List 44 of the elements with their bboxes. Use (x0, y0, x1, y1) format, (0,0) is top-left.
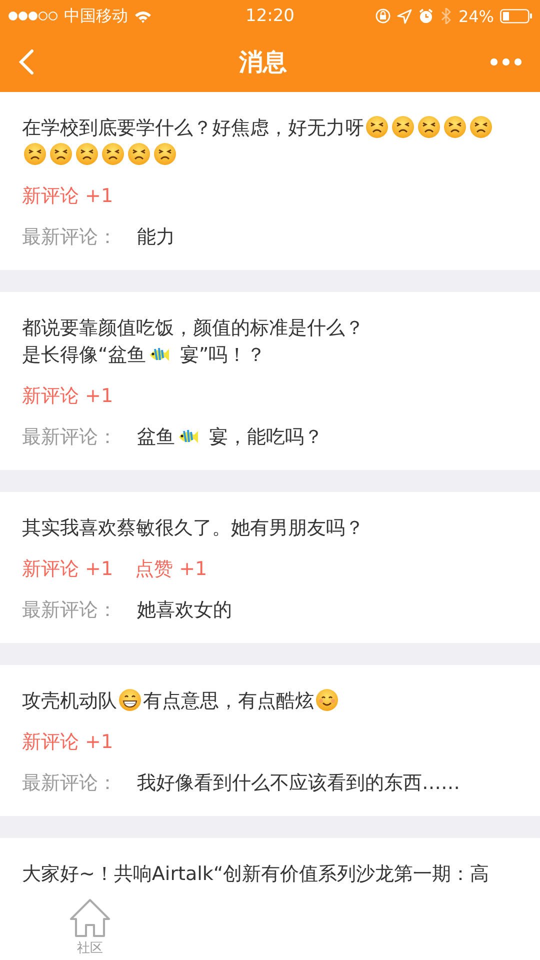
persevering-face-icon (75, 142, 99, 166)
notification-tag: 新评论 +1 (22, 382, 114, 410)
page-title: 消息 (239, 47, 287, 78)
alarm-icon (418, 8, 434, 24)
latest-comment: 我好像看到什么不应该看到的东西…… (137, 771, 460, 796)
persevering-face-icon (469, 115, 493, 139)
latest-comment-label: 最新评论： (22, 225, 117, 250)
latest-comment-label: 最新评论： (22, 598, 117, 623)
location-icon (397, 8, 412, 24)
persevering-face-icon (417, 115, 441, 139)
message-title[interactable]: 其实我喜欢蔡敏很久了。她有男朋友吗？ (22, 515, 518, 542)
battery-icon (500, 8, 532, 24)
notification-tag: 新评论 +1 (22, 728, 114, 756)
notification-tag: 新评论 +1 (22, 182, 114, 210)
signal-icon (8, 10, 58, 22)
persevering-face-icon (101, 142, 125, 166)
wifi-icon (134, 9, 152, 23)
latest-comment-label: 最新评论： (22, 771, 117, 796)
message-title[interactable]: 攻壳机动队 有点意思，有点酷炫 (22, 688, 518, 715)
persevering-face-icon (391, 115, 415, 139)
persevering-face-icon (23, 142, 47, 166)
notification-tag: 点赞 +1 (135, 555, 208, 583)
latest-comment: 她喜欢女的 (137, 598, 232, 623)
persevering-face-icon (127, 142, 151, 166)
carrier-name: 中国移动 (64, 6, 128, 26)
persevering-face-icon (153, 142, 177, 166)
message-title[interactable]: 都说要靠颜值吃饭，颜值的标准是什么？ 是长得像“盆鱼 宴”吗！？ (22, 315, 518, 369)
persevering-face-icon (365, 115, 389, 139)
persevering-face-icon (49, 142, 73, 166)
latest-comment: 盆鱼 宴，能吃吗？ (137, 423, 324, 450)
message-title[interactable]: 在学校到底要学什么？好焦虑，好无力呀 (22, 115, 518, 169)
latest-comment-label: 最新评论： (22, 425, 117, 450)
smiling-face-icon (315, 688, 339, 712)
grinning-face-icon (118, 688, 142, 712)
rotation-lock-icon (375, 8, 392, 24)
battery-percent: 24% (458, 6, 494, 26)
bluetooth-icon (440, 8, 452, 24)
back-icon (18, 49, 36, 75)
latest-comment: 能力 (137, 225, 175, 250)
status-time: 12:20 (246, 6, 294, 26)
more-icon (490, 58, 522, 66)
notification-tag: 新评论 +1 (22, 555, 114, 583)
home-icon (69, 898, 111, 938)
persevering-face-icon (443, 115, 467, 139)
